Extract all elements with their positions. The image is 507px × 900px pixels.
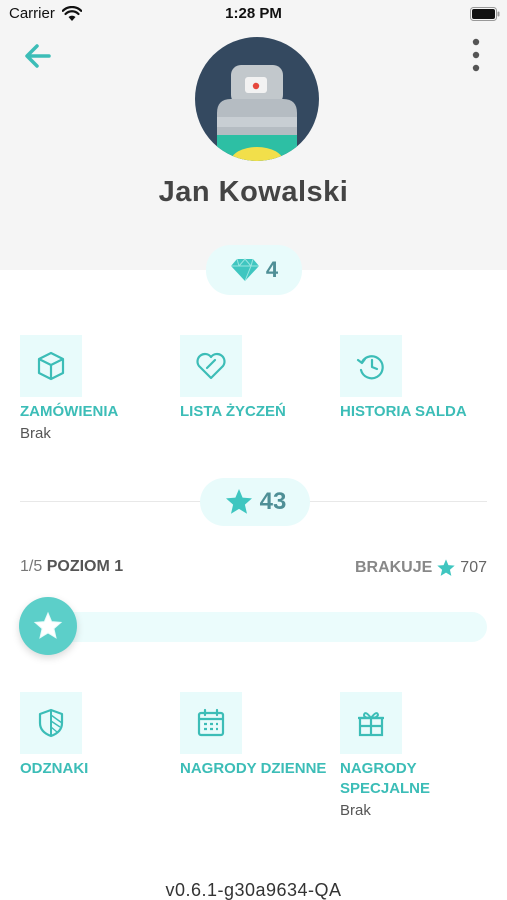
calendar-icon: [197, 708, 225, 737]
calendar-icon-container: [180, 692, 242, 754]
small-star-icon: [437, 559, 455, 576]
stars-count: 43: [259, 488, 287, 515]
history-icon: [356, 355, 384, 380]
status-bar: Carrier 1:28 PM: [0, 0, 507, 28]
level-progress-text: 1/5 POZIOM 1: [20, 558, 123, 576]
special-rewards-tile[interactable]: NAGRODY SPECJALNE Brak: [340, 692, 450, 821]
stars-balance-pill[interactable]: 43: [200, 478, 310, 526]
battery-icon: [470, 7, 500, 21]
history-icon-container: [340, 335, 402, 397]
gems-count: 4: [265, 257, 279, 282]
level-progress-track: [20, 612, 487, 642]
back-arrow-icon[interactable]: [20, 40, 56, 72]
clock-time: 1:28 PM: [225, 5, 282, 22]
app-version: v0.6.1-g30a9634-QA: [165, 880, 342, 900]
spray-can-avatar-icon: [217, 65, 297, 161]
badges-label: ODZNAKI: [20, 760, 89, 777]
shield-badge-icon: [38, 708, 64, 738]
diamond-icon: [230, 258, 259, 282]
orders-label: ZAMÓWIENIA: [20, 403, 119, 420]
box-icon: [37, 351, 65, 381]
badges-tile[interactable]: ODZNAKI: [20, 692, 170, 779]
shield-badge-icon-container: [20, 692, 82, 754]
level-progress-knob: [19, 597, 77, 655]
gift-icon-container: [340, 692, 402, 754]
level-info-row: 1/5 POZIOM 1 BRAKUJE 707: [20, 558, 487, 580]
wishlist-label: LISTA ŻYCZEŃ: [180, 403, 286, 420]
missing-stars-info: BRAKUJE 707: [355, 558, 487, 578]
missing-label: BRAKUJE: [354, 559, 433, 576]
more-options-icon[interactable]: [464, 36, 488, 76]
heart-icon: [196, 352, 226, 380]
balance-history-tile[interactable]: HISTORIA SALDA: [340, 335, 490, 422]
missing-stars-value: 707: [460, 559, 487, 576]
daily-rewards-tile[interactable]: NAGRODY DZIENNE: [180, 692, 330, 779]
orders-tile[interactable]: ZAMÓWIENIA Brak: [20, 335, 170, 444]
special-rewards-subtitle: Brak: [340, 802, 371, 819]
orders-subtitle: Brak: [20, 425, 51, 442]
wishlist-tile[interactable]: LISTA ŻYCZEŃ: [180, 335, 330, 422]
special-rewards-label: NAGRODY SPECJALNE: [340, 760, 431, 797]
gems-balance-pill[interactable]: 4: [206, 245, 302, 295]
knob-star-icon: [33, 611, 63, 639]
star-icon: [225, 489, 252, 514]
gift-icon: [358, 712, 384, 737]
heart-icon-container: [180, 335, 242, 397]
avatar[interactable]: [195, 37, 319, 161]
level-count: 1/5: [20, 558, 43, 575]
box-icon-container: [20, 335, 82, 397]
user-name: Jan Kowalski: [158, 176, 349, 208]
daily-rewards-label: NAGRODY DZIENNE: [180, 760, 327, 777]
balance-history-label: HISTORIA SALDA: [340, 403, 467, 420]
level-name: POZIOM 1: [46, 558, 124, 575]
